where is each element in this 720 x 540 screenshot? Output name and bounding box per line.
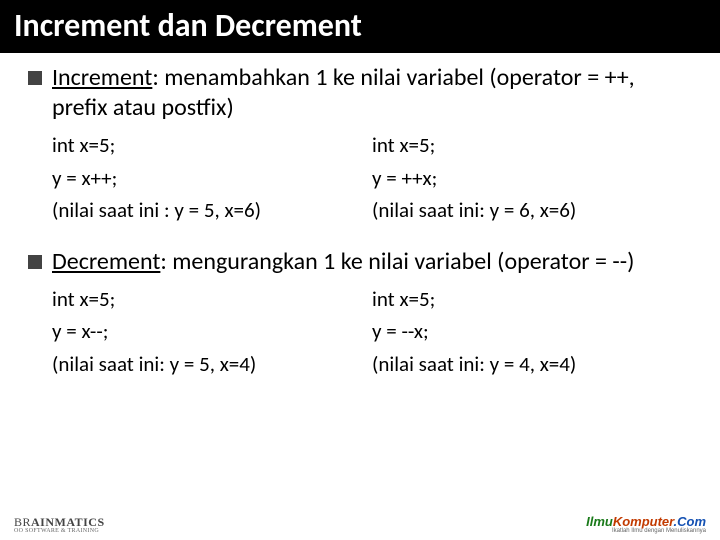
code-line: y = x++; — [52, 162, 372, 195]
code-line: int x=5; — [52, 283, 372, 316]
examples-row: int x=5; y = x--; (nilai saat ini: y = 5… — [28, 283, 692, 381]
term-increment: Increment — [52, 63, 152, 92]
example-right: int x=5; y = ++x; (nilai saat ini: y = 6… — [372, 129, 692, 227]
code-line: y = x--; — [52, 315, 372, 348]
code-line: (nilai saat ini: y = 4, x=4) — [372, 348, 692, 381]
code-line: y = --x; — [372, 315, 692, 348]
brand-part1: Ilmu — [586, 514, 613, 529]
bullet-text: Increment: menambahkan 1 ke nilai variab… — [52, 63, 692, 123]
code-line: (nilai saat ini : y = 5, x=6) — [52, 194, 372, 227]
footer-right-logo: IlmuKomputer.Com Ikatlah Ilmu dengan Men… — [586, 515, 706, 534]
bullet-row: Increment: menambahkan 1 ke nilai variab… — [28, 63, 692, 123]
increment-section: Increment: menambahkan 1 ke nilai variab… — [28, 63, 692, 227]
code-line: (nilai saat ini: y = 5, x=4) — [52, 348, 372, 381]
slide-content: Increment: menambahkan 1 ke nilai variab… — [0, 53, 720, 380]
examples-row: int x=5; y = x++; (nilai saat ini : y = … — [28, 129, 692, 227]
footer: BRAINMATICS OO SOFTWARE & TRAINING IlmuK… — [0, 515, 720, 534]
code-line: int x=5; — [52, 129, 372, 162]
code-line: int x=5; — [372, 129, 692, 162]
brand-lead: BR — [14, 515, 31, 529]
brand-tagline: OO SOFTWARE & TRAINING — [14, 528, 105, 534]
footer-left-logo: BRAINMATICS OO SOFTWARE & TRAINING — [14, 516, 105, 534]
square-bullet-icon — [28, 255, 42, 269]
example-left: int x=5; y = x--; (nilai saat ini: y = 5… — [52, 283, 372, 381]
slide-title: Increment dan Decrement — [0, 0, 720, 53]
term-decrement: Decrement — [52, 247, 160, 276]
decrement-section: Decrement: mengurangkan 1 ke nilai varia… — [28, 247, 692, 381]
brand-part2: Komputer — [613, 514, 674, 529]
square-bullet-icon — [28, 71, 42, 85]
brand-part3: .Com — [674, 514, 707, 529]
bullet-row: Decrement: mengurangkan 1 ke nilai varia… — [28, 247, 692, 277]
brand-rest: AINMATICS — [31, 515, 105, 529]
bullet-text: Decrement: mengurangkan 1 ke nilai varia… — [52, 247, 634, 277]
example-left: int x=5; y = x++; (nilai saat ini : y = … — [52, 129, 372, 227]
definition-text: : mengurangkan 1 ke nilai variabel (oper… — [160, 247, 634, 276]
code-line: y = ++x; — [372, 162, 692, 195]
example-right: int x=5; y = --x; (nilai saat ini: y = 4… — [372, 283, 692, 381]
code-line: (nilai saat ini: y = 6, x=6) — [372, 194, 692, 227]
code-line: int x=5; — [372, 283, 692, 316]
